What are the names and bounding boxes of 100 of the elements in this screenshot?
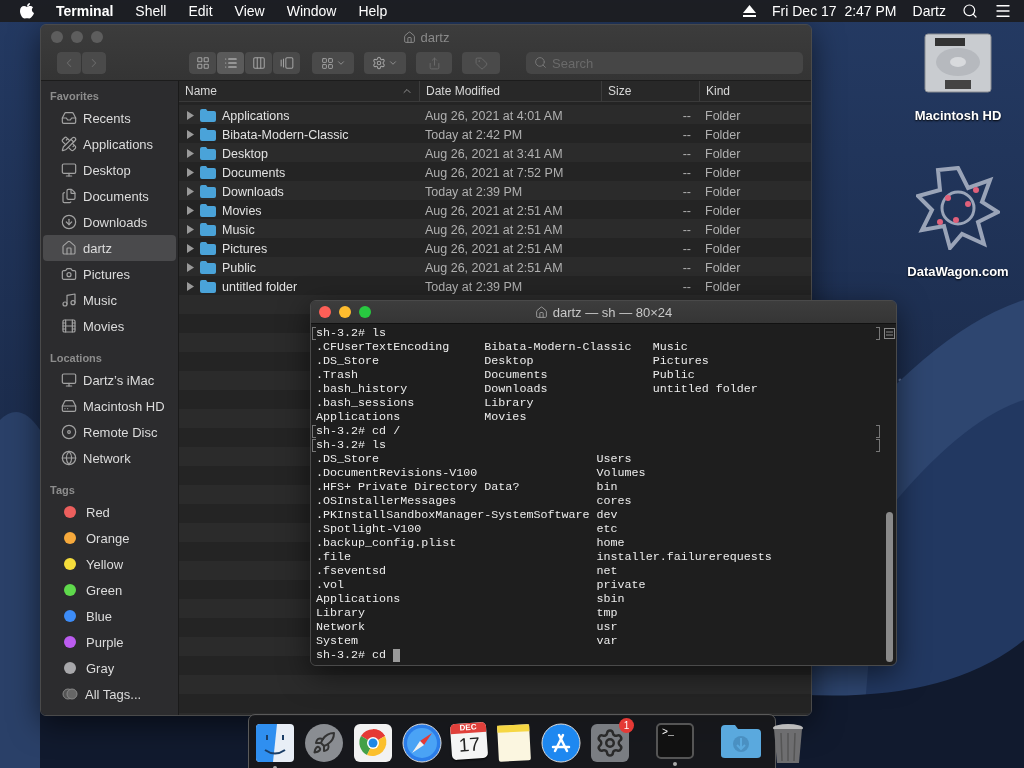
minimize-button[interactable]: [339, 306, 351, 318]
action-button[interactable]: [364, 52, 406, 74]
listing-entry: Public: [652, 368, 695, 382]
split-pane-icon[interactable]: [883, 328, 895, 339]
group-button[interactable]: [312, 52, 354, 74]
sidebar-item[interactable]: Gray: [43, 655, 176, 681]
face-icon[interactable]: [255, 723, 295, 763]
app-store-icon[interactable]: [541, 723, 581, 763]
disclosure-triangle[interactable]: [187, 187, 194, 196]
apple-logo-icon[interactable]: [20, 3, 34, 19]
file-row[interactable]: Pictures Aug 26, 2021 at 2:51 AM -- Folder: [179, 239, 811, 258]
close-button[interactable]: [319, 306, 331, 318]
settings-icon[interactable]: [590, 723, 630, 763]
column-header[interactable]: Size: [601, 81, 699, 101]
sidebar-item[interactable]: Documents: [43, 183, 176, 209]
globe-icon: [61, 450, 77, 466]
disclosure-triangle[interactable]: [187, 130, 194, 139]
folder-icon: [200, 280, 216, 293]
sidebar-item[interactable]: Applications: [43, 131, 176, 157]
column-header[interactable]: Date Modified: [419, 81, 601, 101]
disclosure-triangle[interactable]: [187, 263, 194, 272]
hard-drive-icon: [923, 32, 993, 94]
file-row[interactable]: Public Aug 26, 2021 at 2:51 AM -- Folder: [179, 258, 811, 277]
sidebar-item[interactable]: dartz: [43, 235, 176, 261]
sidebar-item[interactable]: Downloads: [43, 209, 176, 235]
sidebar-item[interactable]: Orange: [43, 525, 176, 551]
sidebar-item[interactable]: Desktop: [43, 157, 176, 183]
disclosure-triangle[interactable]: [187, 282, 194, 291]
sidebar-item[interactable]: Music: [43, 287, 176, 313]
sidebar-item[interactable]: Red: [43, 499, 176, 525]
sidebar-item[interactable]: Pictures: [43, 261, 176, 287]
terminal-icon[interactable]: >_: [656, 723, 694, 759]
file-row[interactable]: untitled folder Today at 2:39 PM -- Folder: [179, 277, 811, 296]
listing-entry: .file: [316, 550, 352, 564]
disc-icon: [61, 424, 77, 440]
menu-item[interactable]: Shell: [135, 3, 167, 19]
menu-item[interactable]: Help: [358, 3, 388, 19]
music-note-icon: [61, 292, 77, 308]
desktop-icon-label[interactable]: DataWagon.com: [907, 264, 1009, 279]
view-button[interactable]: [217, 52, 244, 74]
home-icon: [402, 30, 416, 44]
app-menu[interactable]: Terminal: [56, 3, 114, 19]
date-cell-text: Today at 2:39 PM: [424, 279, 524, 294]
desktop-icon-label[interactable]: Macintosh HD: [914, 108, 1002, 123]
menu-item[interactable]: Window: [286, 3, 337, 19]
file-row[interactable]: Documents Aug 26, 2021 at 7:52 PM -- Folder: [179, 163, 811, 182]
sidebar-item[interactable]: Macintosh HD: [43, 393, 176, 419]
browser-icon[interactable]: [353, 723, 393, 763]
sidebar-item[interactable]: Yellow: [43, 551, 176, 577]
sidebar-item[interactable]: Dartz’s iMac: [43, 367, 176, 393]
disclosure-triangle[interactable]: [187, 206, 194, 215]
file-row[interactable]: Applications Aug 26, 2021 at 4:01 AM -- Folder: [179, 106, 811, 125]
kind-cell-text: Folder: [704, 184, 742, 199]
compass-icon[interactable]: [402, 723, 442, 763]
view-button[interactable]: [273, 52, 300, 74]
disclosure-triangle[interactable]: [187, 111, 194, 120]
sidebar-item[interactable]: All Tags...: [43, 681, 176, 707]
disclosure-triangle[interactable]: [187, 168, 194, 177]
disclosure-triangle[interactable]: [187, 225, 194, 234]
notes-icon[interactable]: [496, 723, 532, 763]
line-mark: [876, 326, 880, 340]
listing-entry: var: [596, 634, 618, 648]
sidebar-item[interactable]: Purple: [43, 629, 176, 655]
view-button[interactable]: [245, 52, 272, 74]
sidebar-heading: Favorites: [49, 89, 100, 104]
file-row[interactable]: Bibata-Modern-Classic Today at 2:42 PM -- Folder: [179, 125, 811, 144]
menu-icon[interactable]: [994, 2, 1012, 20]
menu-item[interactable]: View: [234, 3, 265, 19]
zoom-button[interactable]: [359, 306, 371, 318]
file-row[interactable]: Movies Aug 26, 2021 at 2:51 AM -- Folder: [179, 201, 811, 220]
kind-cell-text: Folder: [704, 222, 742, 237]
file-row[interactable]: Downloads Today at 2:39 PM -- Folder: [179, 182, 811, 201]
calendar-icon[interactable]: DEC 17: [449, 721, 489, 761]
scrollbar-thumb[interactable]: [885, 512, 893, 662]
sidebar-item[interactable]: Green: [43, 577, 176, 603]
file-row[interactable]: Music Aug 26, 2021 at 2:51 AM -- Folder: [179, 220, 811, 239]
file-name: Movies: [222, 203, 262, 218]
view-button[interactable]: [189, 52, 216, 74]
eject-icon[interactable]: [743, 5, 757, 17]
search-icon[interactable]: [962, 3, 978, 19]
grid-icon: [320, 56, 334, 70]
kind-cell-text: Folder: [704, 146, 742, 161]
clock[interactable]: Fri Dec 17 2:47 PM: [772, 3, 897, 19]
folder-icon[interactable]: [720, 723, 762, 759]
column-header[interactable]: Name: [179, 81, 419, 101]
sidebar-item[interactable]: Recents: [43, 105, 176, 131]
file-row[interactable]: Desktop Aug 26, 2021 at 3:41 AM -- Folder: [179, 144, 811, 163]
disclosure-triangle[interactable]: [187, 149, 194, 158]
sidebar-item[interactable]: Movies: [43, 313, 176, 339]
tray-icon: [61, 110, 77, 126]
menu-item[interactable]: Edit: [188, 3, 213, 19]
trash-icon[interactable]: [771, 723, 805, 765]
sidebar-item[interactable]: Remote Disc: [43, 419, 176, 445]
search-icon: [534, 56, 547, 69]
column-header[interactable]: Kind: [699, 81, 811, 101]
sidebar-item[interactable]: Network: [43, 445, 176, 471]
listing-entry: Pictures: [652, 354, 709, 368]
disclosure-triangle[interactable]: [187, 244, 194, 253]
sidebar-item[interactable]: Blue: [43, 603, 176, 629]
user-menu[interactable]: Dartz: [912, 3, 946, 19]
